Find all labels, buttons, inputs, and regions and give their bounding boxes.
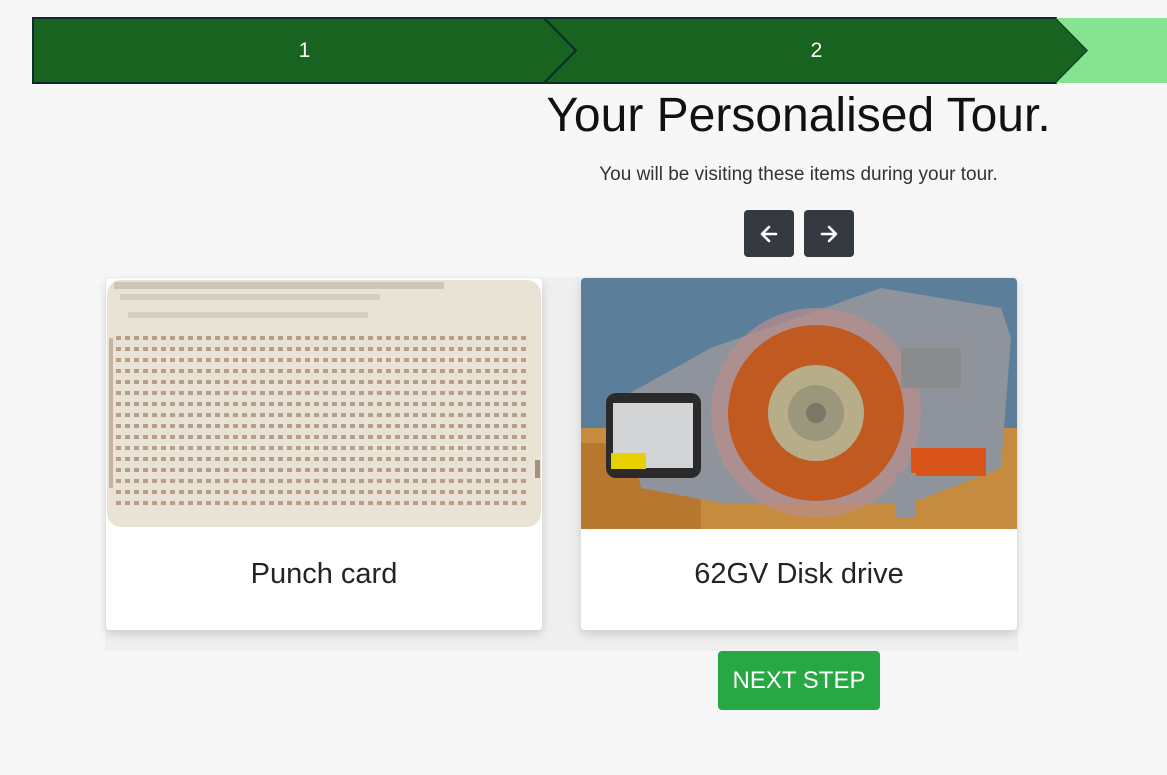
page-subtitle: You will be visiting these items during … xyxy=(599,164,998,185)
carousel-prev-button[interactable] xyxy=(744,210,794,257)
punch-card-image xyxy=(106,278,542,529)
progress-step-2: 2 xyxy=(544,17,1089,84)
progress-step-3 xyxy=(1056,17,1167,84)
tour-item-card[interactable]: Punch card xyxy=(106,278,542,630)
page-title: Your Personalised Tour. xyxy=(546,89,1051,142)
progress-step-label: 2 xyxy=(810,38,823,62)
arrow-right-icon xyxy=(820,225,838,242)
disk-drive-image xyxy=(581,278,1017,529)
progress-step-1: 1 xyxy=(32,17,577,84)
progress-steps: 1 2 xyxy=(32,17,1167,84)
arrow-left-icon xyxy=(760,225,778,242)
tour-item-title: 62GV Disk drive xyxy=(694,558,904,590)
tour-item-title: Punch card xyxy=(250,558,398,590)
carousel-next-button[interactable] xyxy=(804,210,854,257)
next-step-button[interactable]: NEXT STEP xyxy=(718,651,880,710)
tour-item-card[interactable]: 62GV Disk drive xyxy=(581,278,1017,630)
progress-step-label: 1 xyxy=(298,38,311,62)
